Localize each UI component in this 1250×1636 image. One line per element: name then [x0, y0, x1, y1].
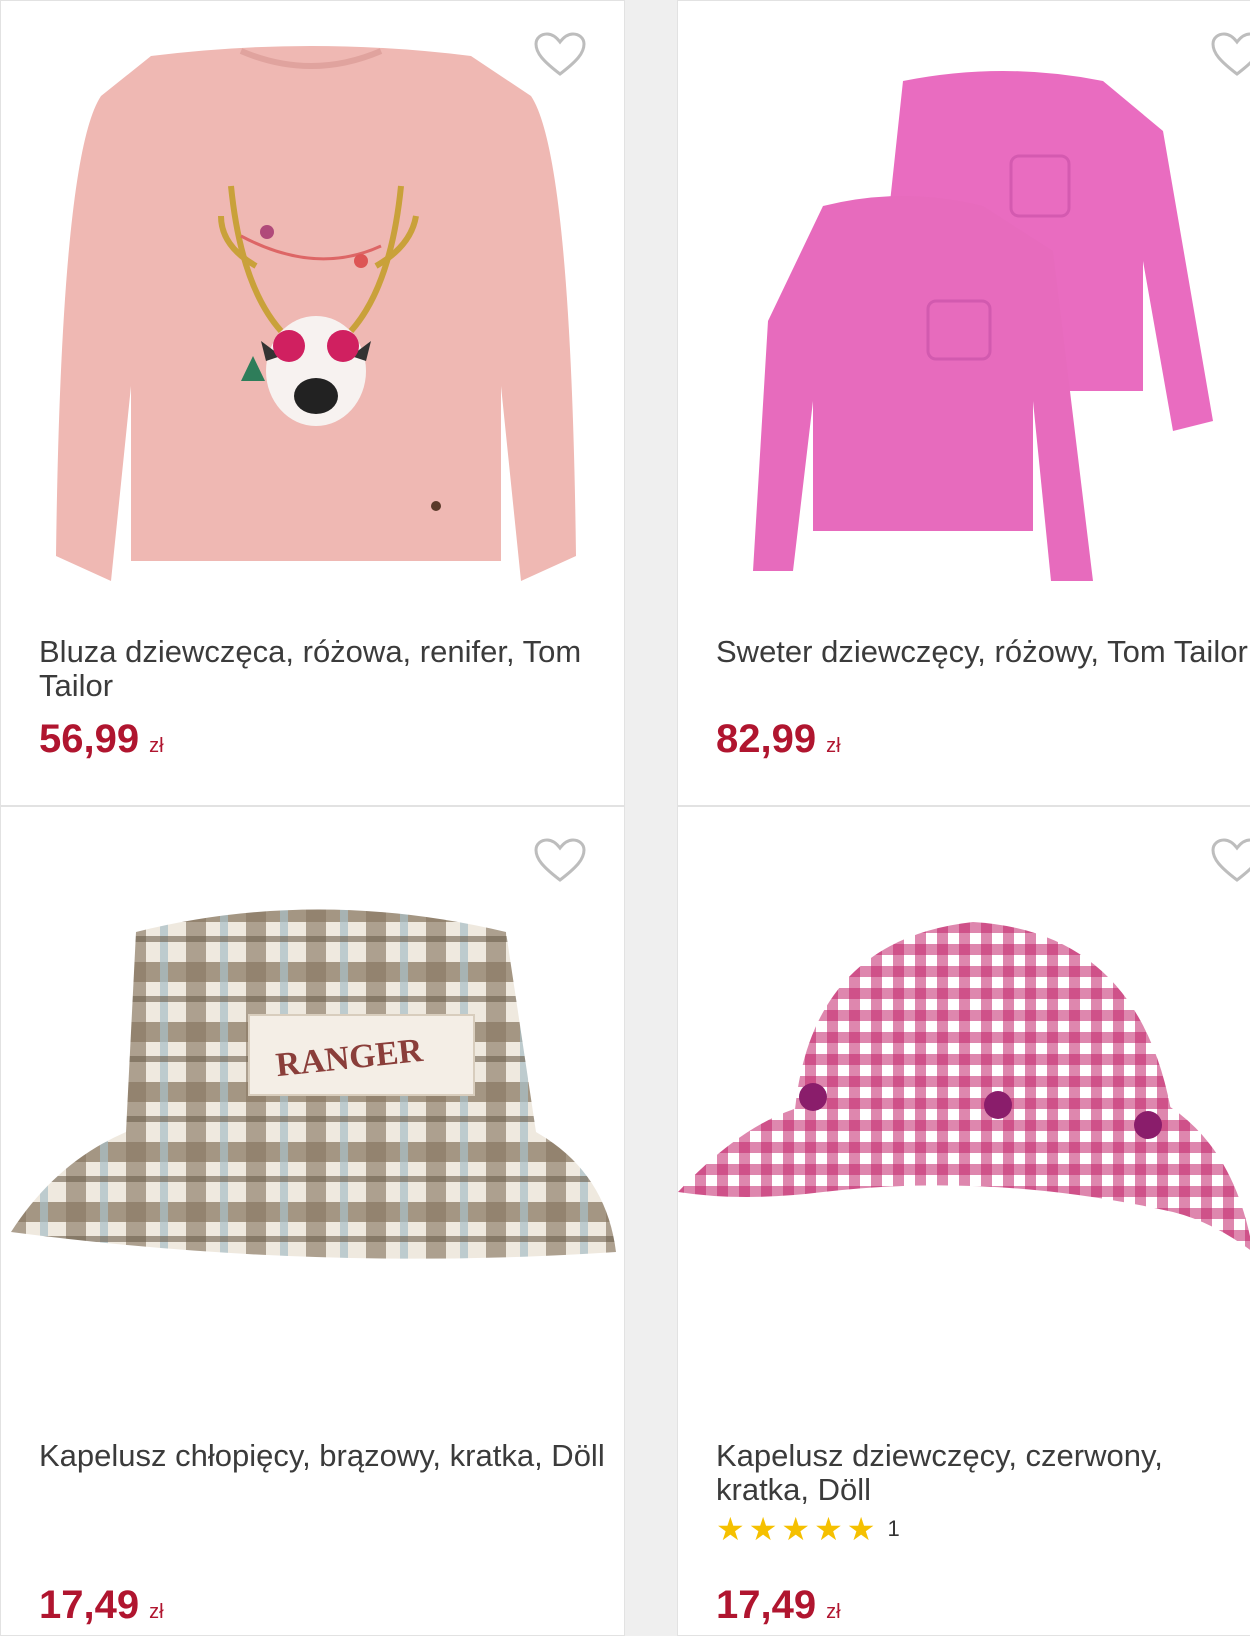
product-title[interactable]: Kapelusz dziewczęcy, czerwony, kratka, D…: [716, 1439, 1250, 1507]
heart-outline-icon[interactable]: [1210, 31, 1250, 77]
star-icon: ★: [781, 1511, 811, 1547]
product-image[interactable]: [677, 922, 1250, 1262]
price-value: 17,49: [39, 1583, 140, 1627]
star-icon: ★: [814, 1511, 843, 1547]
price-currency: zł: [826, 735, 841, 757]
product-card[interactable]: RANGER Kapelusz chłopięcy, brązowy, krat…: [0, 806, 625, 1636]
star-icon: ★: [846, 1511, 876, 1547]
price-currency: zł: [149, 735, 164, 757]
rating-count: 1: [887, 1516, 900, 1541]
price-value: 17,49: [716, 1583, 817, 1627]
product-price: 82,99 zł: [716, 717, 841, 762]
product-image[interactable]: [31, 36, 591, 606]
product-image[interactable]: [733, 61, 1250, 581]
price-currency: zł: [149, 1601, 164, 1623]
product-title[interactable]: Bluza dziewczęca, różowa, renifer, Tom T…: [39, 635, 606, 703]
star-icon: ★: [716, 1511, 745, 1547]
rating-stars: ★ ★ ★ ★ ★ 1: [716, 1513, 900, 1545]
product-card[interactable]: Bluza dziewczęca, różowa, renifer, Tom T…: [0, 0, 625, 806]
product-price: 17,49 zł: [716, 1583, 841, 1628]
heart-outline-icon[interactable]: [533, 837, 587, 883]
price-value: 56,99: [39, 717, 140, 761]
star-icon: ★: [748, 1511, 778, 1547]
product-image[interactable]: RANGER: [6, 902, 621, 1282]
product-card[interactable]: Sweter dziewczęcy, różowy, Tom Tailor 82…: [677, 0, 1250, 806]
price-value: 82,99: [716, 717, 817, 761]
price-currency: zł: [826, 1601, 841, 1623]
heart-outline-icon[interactable]: [1210, 837, 1250, 883]
heart-outline-icon[interactable]: [533, 31, 587, 77]
product-title[interactable]: Sweter dziewczęcy, różowy, Tom Tailor: [716, 635, 1250, 669]
product-price: 17,49 zł: [39, 1583, 164, 1628]
product-title[interactable]: Kapelusz chłopięcy, brązowy, kratka, Döl…: [39, 1439, 606, 1473]
product-card[interactable]: Kapelusz dziewczęcy, czerwony, kratka, D…: [677, 806, 1250, 1636]
product-price: 56,99 zł: [39, 717, 164, 762]
